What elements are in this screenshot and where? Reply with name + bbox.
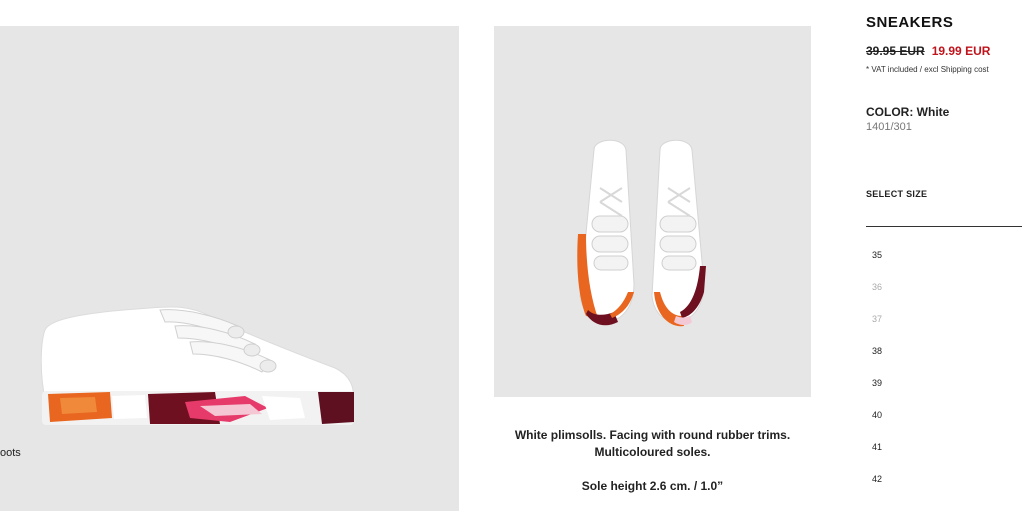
description-line: Sole height 2.6 cm. / 1.0” bbox=[581, 479, 724, 493]
product-description: White plimsolls. Facing with round rubbe… bbox=[494, 427, 811, 495]
color-label: COLOR: White bbox=[866, 105, 950, 119]
size-option[interactable]: 42 bbox=[872, 474, 882, 506]
select-size-label: SELECT SIZE bbox=[866, 189, 928, 199]
price-block: 39.95 EUR 19.99 EUR bbox=[866, 44, 990, 58]
size-option[interactable]: 35 bbox=[872, 250, 882, 282]
main-product-image[interactable] bbox=[0, 26, 459, 511]
size-option[interactable]: 39 bbox=[872, 378, 882, 410]
vat-note: * VAT included / excl Shipping cost bbox=[866, 65, 989, 74]
size-option[interactable]: 38 bbox=[872, 346, 882, 378]
product-reference: 1401/301 bbox=[866, 121, 912, 133]
description-line: White plimsolls. Facing with round rubbe… bbox=[514, 428, 791, 442]
divider bbox=[866, 226, 1022, 227]
size-option[interactable]: 41 bbox=[872, 442, 882, 474]
size-option[interactable]: 40 bbox=[872, 410, 882, 442]
product-page: oots White plimsolls. Facing with round … bbox=[0, 0, 1022, 511]
secondary-product-image[interactable] bbox=[494, 26, 811, 397]
description-line: Multicoloured soles. bbox=[594, 445, 711, 459]
old-price: 39.95 EUR bbox=[866, 44, 925, 58]
sale-price: 19.99 EUR bbox=[931, 44, 991, 58]
size-option[interactable]: 37 bbox=[872, 314, 882, 346]
sneakers-top-view-image bbox=[577, 139, 706, 327]
size-list: 35 36 37 38 39 40 41 42 bbox=[872, 250, 882, 506]
side-caption-fragment: oots bbox=[0, 447, 21, 459]
sneaker-side-view-image bbox=[40, 306, 354, 425]
product-title: SNEAKERS bbox=[866, 14, 954, 31]
size-option[interactable]: 36 bbox=[872, 282, 882, 314]
